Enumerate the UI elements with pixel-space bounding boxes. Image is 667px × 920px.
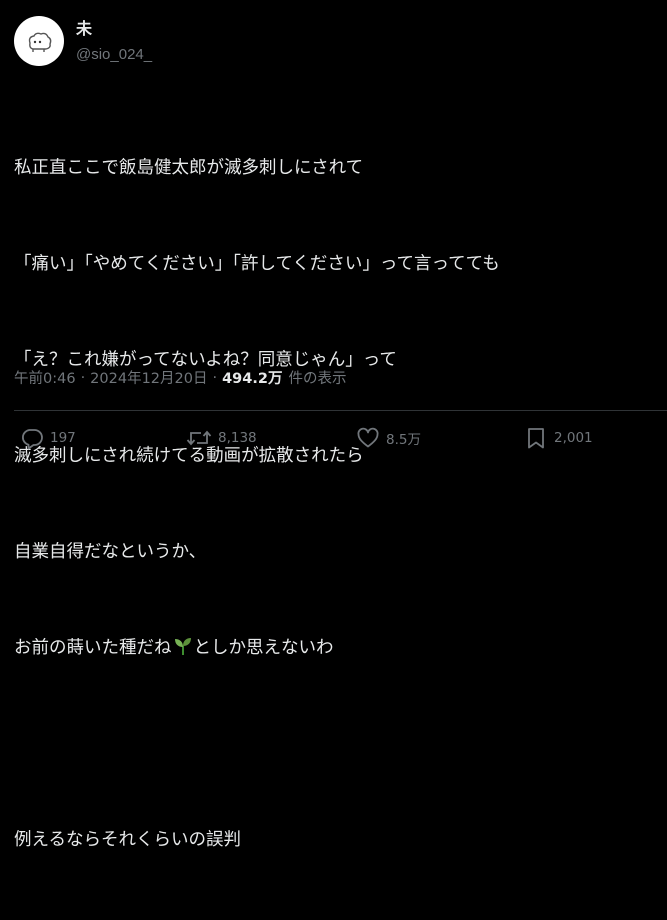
meta-separator: · xyxy=(212,369,218,386)
user-names: 未 @sio_024_ xyxy=(76,17,152,65)
reply-count: 197 xyxy=(50,430,76,446)
reply-button[interactable]: 197 xyxy=(20,426,76,450)
tweet-text: 私正直ここで飯島健太郎が滅多刺しにされて 「痛い」「やめてください」「許してくだ… xyxy=(14,88,659,920)
repost-icon xyxy=(186,430,212,446)
tweet-meta: 午前0:46 · 2024年12月20日 · 494.2万 件の表示 xyxy=(14,367,346,388)
divider xyxy=(14,410,667,411)
like-button[interactable]: 8.5万 xyxy=(356,426,421,450)
meta-separator: · xyxy=(80,369,86,386)
tweet-line: 例えるならそれくらいの誤判 xyxy=(14,830,241,850)
views-label: 件の表示 xyxy=(288,371,347,387)
display-name[interactable]: 未 xyxy=(76,19,152,39)
bookmark-button[interactable]: 2,001 xyxy=(524,426,593,450)
tweet-line: 私正直ここで飯島健太郎が滅多刺しにされて xyxy=(14,158,364,178)
tweet: 未 @sio_024_ 私正直ここで飯島健太郎が滅多刺しにされて 「痛い」「やめ… xyxy=(0,0,667,850)
heart-icon xyxy=(357,427,379,448)
repost-button[interactable]: 8,138 xyxy=(186,426,257,450)
avatar-sheep-icon xyxy=(28,32,52,52)
tweet-date[interactable]: 2024年12月20日 xyxy=(90,367,207,388)
reply-icon xyxy=(22,429,43,450)
seedling-icon xyxy=(173,635,193,667)
action-bar: 197 8,138 8.5万 2,001 xyxy=(0,426,667,456)
bookmark-icon xyxy=(528,428,544,449)
tweet-line: 「痛い」「やめてください」「許してください」って言ってても xyxy=(14,254,500,274)
tweet-line-part: お前の蒔いた種だね xyxy=(14,638,172,658)
like-count: 8.5万 xyxy=(386,432,421,448)
tweet-header: 未 @sio_024_ xyxy=(14,16,152,66)
tweet-line-with-emoji: お前の蒔いた種だね としか思えないわ xyxy=(14,632,659,664)
bookmark-count: 2,001 xyxy=(554,430,593,446)
repost-count: 8,138 xyxy=(218,430,257,446)
user-handle[interactable]: @sio_024_ xyxy=(76,45,152,65)
tweet-time[interactable]: 午前0:46 xyxy=(14,367,76,388)
tweet-line-empty xyxy=(14,728,659,760)
tweet-line: 自業自得だなというか、 xyxy=(14,542,207,562)
views-count: 494.2万 xyxy=(222,371,283,387)
avatar[interactable] xyxy=(14,16,64,66)
tweet-line-part: としか思えないわ xyxy=(193,638,334,658)
